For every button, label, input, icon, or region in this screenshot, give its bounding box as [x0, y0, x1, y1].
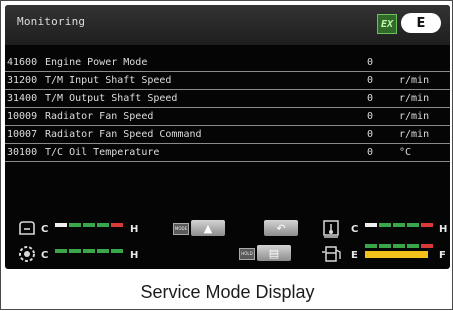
item-value: 0: [367, 93, 374, 104]
mode-switch-indicator: MODE: [173, 223, 189, 235]
hydraulic-gauge-high-label: H: [130, 250, 139, 261]
hold-button[interactable]: ▤: [257, 245, 291, 261]
item-name: T/M Output Shaft Speed: [45, 93, 178, 104]
coolant-gauge-low-label: C: [41, 224, 49, 235]
monitor-screen: Monitoring EX E 41600 Engine Power Mode …: [5, 5, 450, 269]
economy-mode-badge: E: [401, 13, 441, 33]
hold-switch-indicator: HOLD: [239, 248, 255, 260]
transmission-gauge-high-label: H: [439, 224, 448, 235]
transmission-oil-temperature-icon: [321, 217, 341, 244]
display-frame: Monitoring EX E 41600 Engine Power Mode …: [0, 0, 453, 310]
item-unit: r/min: [399, 75, 430, 86]
item-name: Radiator Fan Speed Command: [45, 129, 202, 140]
list-item[interactable]: 30100 T/C Oil Temperature 0 °C: [5, 144, 450, 162]
figure-caption: Service Mode Display: [140, 282, 315, 302]
item-code: 30100: [7, 147, 38, 158]
list-item[interactable]: 31200 T/M Input Shaft Speed 0 r/min: [5, 72, 450, 90]
page-title: Monitoring: [17, 15, 86, 28]
item-name: Engine Power Mode: [45, 57, 148, 68]
list-item[interactable]: 31400 T/M Output Shaft Speed 0 r/min: [5, 90, 450, 108]
item-code: 41600: [7, 57, 38, 68]
item-value: 0: [367, 111, 374, 122]
fuel-gauge-empty-label: E: [351, 250, 358, 261]
ex-mode-icon: EX: [377, 14, 397, 34]
fuel-level-bar: [365, 251, 428, 258]
item-unit: r/min: [399, 111, 430, 122]
coolant-gauge-high-label: H: [130, 224, 139, 235]
hydraulic-oil-temperature-icon: [17, 244, 37, 269]
coolant-gauge: [55, 223, 123, 227]
item-name: Radiator Fan Speed: [45, 111, 154, 122]
transmission-gauge: [365, 223, 433, 227]
hydraulic-gauge-low-label: C: [41, 250, 49, 261]
item-name: T/C Oil Temperature: [45, 147, 160, 158]
header-bar: Monitoring EX E: [5, 5, 450, 45]
item-unit: r/min: [399, 93, 430, 104]
item-code: 10009: [7, 111, 38, 122]
list-item[interactable]: 10009 Radiator Fan Speed 0 r/min: [5, 108, 450, 126]
hydraulic-gauge: [55, 249, 123, 253]
item-code: 10007: [7, 129, 38, 140]
item-value: 0: [367, 75, 374, 86]
item-code: 31400: [7, 93, 38, 104]
gauge-panel: C H MODE ▲ ↶ C H C H HOLD ▤ E F: [5, 211, 450, 269]
list-item[interactable]: 41600 Engine Power Mode 0: [5, 54, 450, 72]
monitoring-list: 41600 Engine Power Mode 0 31200 T/M Inpu…: [5, 54, 450, 162]
transmission-gauge-low-label: C: [351, 224, 359, 235]
item-unit: °C: [399, 147, 412, 158]
fuel-pump-icon: [321, 243, 343, 268]
item-code: 31200: [7, 75, 38, 86]
item-value: 0: [367, 57, 374, 68]
fuel-gauge-full-label: F: [439, 250, 446, 261]
fuel-gauge-top-bar: [365, 244, 433, 248]
item-unit: r/min: [399, 129, 430, 140]
up-arrow-icon: ▲: [203, 221, 213, 235]
hold-icon: ▤: [268, 246, 280, 260]
item-value: 0: [367, 129, 374, 140]
item-value: 0: [367, 147, 374, 158]
coolant-temperature-icon: [17, 219, 37, 242]
return-arrow-icon: ↶: [276, 221, 286, 235]
item-name: T/M Input Shaft Speed: [45, 75, 172, 86]
up-button[interactable]: ▲: [191, 220, 225, 236]
list-item[interactable]: 10007 Radiator Fan Speed Command 0 r/min: [5, 126, 450, 144]
return-button[interactable]: ↶: [264, 220, 298, 236]
